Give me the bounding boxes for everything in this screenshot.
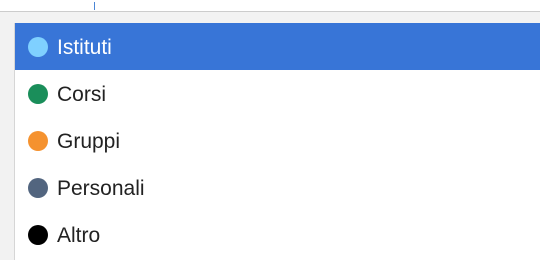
option-corsi[interactable]: Corsi <box>15 70 540 117</box>
option-gruppi[interactable]: Gruppi <box>15 117 540 164</box>
dropdown-list: Istituti Corsi Gruppi Personali Altro <box>14 23 540 260</box>
option-altro[interactable]: Altro <box>15 211 540 258</box>
option-personali[interactable]: Personali <box>15 164 540 211</box>
page: Istituti Corsi Gruppi Personali Altro <box>0 0 540 260</box>
option-label: Personali <box>57 176 145 200</box>
option-label: Gruppi <box>57 129 121 153</box>
option-label: Istituti <box>57 35 112 59</box>
light-blue-dot-icon <box>28 36 48 57</box>
option-label: Corsi <box>57 82 107 106</box>
select-input[interactable] <box>0 0 540 12</box>
option-label: Altro <box>57 223 101 247</box>
text-cursor <box>94 2 95 10</box>
slate-dot-icon <box>28 177 48 198</box>
orange-dot-icon <box>28 130 48 151</box>
green-dot-icon <box>28 83 48 104</box>
option-istituti[interactable]: Istituti <box>15 23 540 70</box>
black-dot-icon <box>28 224 48 245</box>
